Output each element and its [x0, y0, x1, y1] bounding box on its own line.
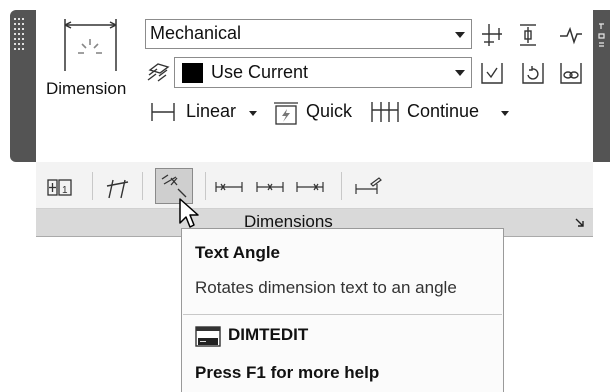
dim-break-icon[interactable] [479, 22, 505, 48]
tooltip-description: Rotates dimension text to an angle [195, 278, 457, 297]
dimension-style-select[interactable]: Mechanical [145, 19, 472, 49]
left-justify-icon[interactable] [215, 180, 243, 194]
quick-dimension-icon[interactable] [272, 100, 300, 126]
toolbar-separator [92, 172, 93, 200]
panel-launcher-icon[interactable] [575, 218, 585, 228]
layer-color-swatch [182, 63, 203, 83]
linear-button-label[interactable]: Linear [186, 101, 236, 122]
svg-text:1: 1 [62, 185, 68, 196]
inspect-icon[interactable] [479, 60, 505, 86]
frame-edge-glyphs-icon [598, 23, 605, 47]
oblique-icon[interactable] [104, 176, 130, 200]
tooltip-divider [183, 314, 502, 315]
jogged-linear-icon[interactable] [558, 22, 584, 48]
mouse-cursor-icon [179, 198, 199, 228]
center-mark-icon[interactable]: 1 [47, 178, 73, 198]
layer-select[interactable]: Use Current [174, 57, 472, 88]
tooltip-command-name: DIMTEDIT [228, 325, 309, 344]
override-icon[interactable] [355, 176, 383, 196]
reassociate-icon[interactable] [558, 60, 584, 86]
toolbar-separator [341, 172, 342, 200]
tooltip-help-hint: Press F1 for more help [195, 363, 380, 382]
quick-button-label[interactable]: Quick [306, 101, 352, 122]
chevron-down-icon [455, 70, 465, 76]
command-line-icon [195, 326, 221, 347]
linear-dropdown-arrow-icon[interactable] [249, 111, 257, 116]
dimension-icon[interactable] [63, 17, 119, 73]
continue-button-label[interactable]: Continue [407, 101, 479, 122]
adjust-space-icon[interactable] [515, 22, 541, 48]
toolbar-separator [205, 172, 206, 200]
chevron-down-icon [455, 32, 465, 38]
dimension-style-value: Mechanical [150, 23, 242, 43]
center-justify-icon[interactable] [256, 180, 284, 194]
toolbar-separator [142, 172, 143, 200]
layer-value: Use Current [211, 62, 309, 82]
panel-grip-icon[interactable] [14, 18, 26, 54]
tooltip-title: Text Angle [195, 243, 281, 262]
right-justify-icon[interactable] [296, 180, 324, 194]
layer-stack-icon [147, 63, 170, 82]
dimension-button-label[interactable]: Dimension [46, 79, 126, 99]
update-icon[interactable] [520, 60, 546, 86]
linear-dimension-icon[interactable] [150, 101, 176, 123]
continue-dropdown-arrow-icon[interactable] [501, 111, 509, 116]
continue-dimension-icon[interactable] [370, 100, 400, 124]
